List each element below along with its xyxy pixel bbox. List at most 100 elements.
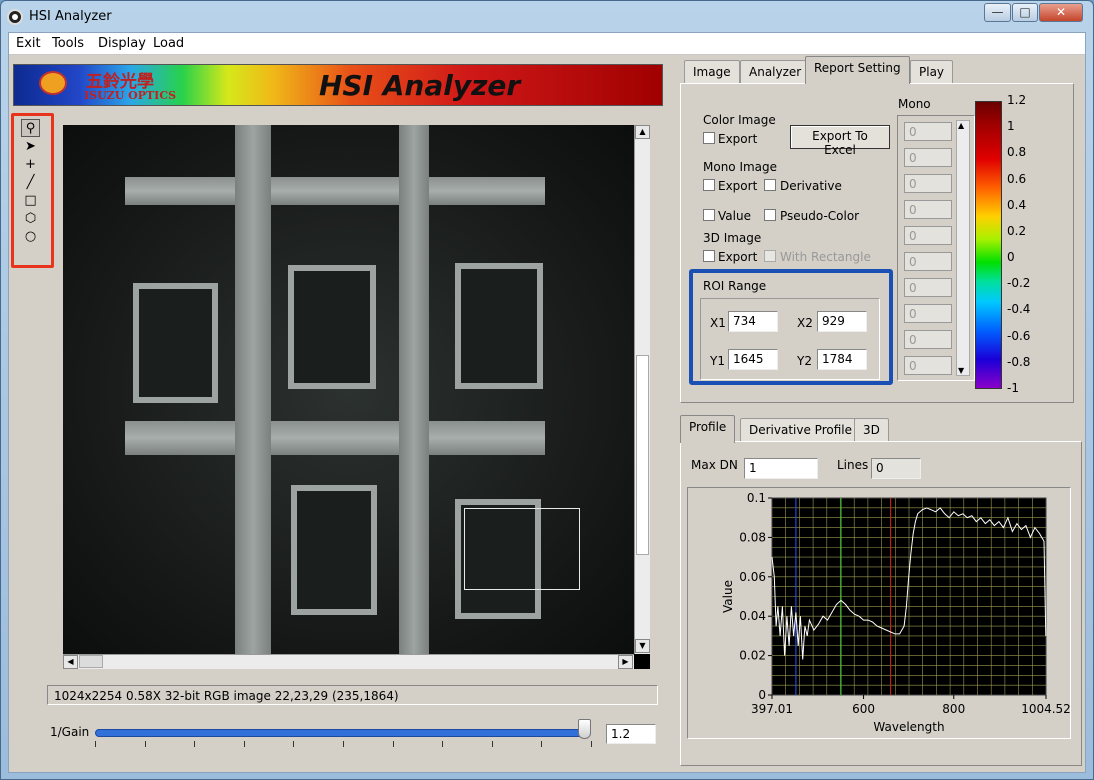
x-tick-label: 600 [852,702,875,716]
3d-export-checkbox[interactable] [703,250,715,262]
gain-slider-tick [194,741,196,747]
crosshair-tool-icon[interactable]: + [21,156,40,174]
mono-scroll-up-icon[interactable]: ▲ [958,121,964,130]
mono-value-field: 0 [904,330,952,349]
max-dn-field[interactable]: 1 [744,458,818,479]
color-scale-tick-label: 0.4 [1007,197,1027,212]
derivative-checkbox[interactable] [764,179,776,191]
roi-range-highlight [689,269,893,385]
gain-slider-tick [95,741,96,747]
line-tool-icon[interactable]: ╱ [21,174,40,192]
maximize-button[interactable]: □ [1012,3,1038,22]
y-tick-label: 0 [758,688,766,702]
menu-tools[interactable]: Tools [52,36,84,51]
zoom-tool-icon[interactable]: ⚲ [21,119,40,137]
value-checkbox[interactable] [703,209,715,221]
menu-exit[interactable]: Exit [16,36,41,51]
y-axis-label: Value [721,580,735,613]
tab-play[interactable]: Play [910,60,954,84]
window-title: HSI Analyzer [29,9,112,24]
profile-chart-frame: 0.1 0.08 0.06 0.04 0.02 0 397.01 600 800 1004.52 W… [687,487,1071,739]
mono-export-label: Export [718,179,758,193]
close-button[interactable]: ✕ [1039,3,1083,22]
rectangle-tool-icon[interactable]: □ [21,192,40,210]
lines-field[interactable]: 0 [871,458,921,479]
3d-image-label: 3D Image [703,231,762,245]
tab-analyzer[interactable]: Analyzer [740,60,811,84]
gain-slider-tick [392,741,394,747]
profile-chart[interactable]: 0.1 0.08 0.06 0.04 0.02 0397.01 600 800 1004.52 W… [688,488,1072,740]
y-tick-label: 0.02 [739,649,766,663]
color-export-label: Export [718,132,758,146]
grid-bar [125,421,545,455]
gain-slider-tick [343,741,344,747]
color-scale-tick-label: -0.2 [1007,276,1031,291]
with-rectangle-label: With Rectangle [780,250,871,264]
export-to-excel-button[interactable]: Export To Excel [790,125,890,157]
vertical-scroll-thumb[interactable] [636,355,649,555]
color-scale-tick-label: 1.2 [1007,93,1027,107]
y-tick-label: 0.1 [747,491,766,505]
gain-label: 1/Gain [50,725,90,739]
grid-bar [125,177,545,205]
app-window: HSI Analyzer — □ ✕ Exit Tools Display Lo… [0,0,1094,780]
mono-value-field: 0 [904,252,952,271]
gain-slider-track[interactable] [95,729,591,737]
color-export-checkbox[interactable] [703,132,715,144]
minimize-button[interactable]: — [984,3,1011,22]
tab-3d[interactable]: 3D [854,418,889,442]
title-bar[interactable]: HSI Analyzer — □ ✕ [1,1,1093,33]
scroll-up-icon[interactable]: ▲ [635,125,650,139]
color-scale-tick-label: 0.8 [1007,145,1027,160]
mono-scroll-down-icon[interactable]: ▼ [958,366,964,375]
with-rectangle-checkbox [764,250,776,262]
color-scale-tick-label: -0.6 [1007,328,1031,343]
tab-report-setting[interactable]: Report Setting [805,56,910,84]
tool-palette: ⚲ ➤ + ╱ □ ⬡ ○ [11,113,54,268]
scroll-left-icon[interactable]: ◀ [63,655,78,669]
pseudo-color-checkbox[interactable] [764,209,776,221]
mono-list-label: Mono [898,97,931,111]
gain-value-field[interactable]: 1.2 [606,724,656,744]
ellipse-tool-icon[interactable]: ○ [21,228,40,246]
gain-slider-tick [243,741,245,747]
menu-display[interactable]: Display [98,36,146,51]
tab-profile[interactable]: Profile [680,415,736,443]
horizontal-scroll-thumb[interactable] [79,655,103,668]
app-eye-icon [7,9,23,25]
color-scale-tick-label: 0.2 [1007,223,1027,238]
scroll-right-icon[interactable]: ▶ [618,655,633,669]
grid-bar [399,125,429,654]
value-label: Value [718,209,751,223]
hyperspectral-image[interactable] [63,125,634,654]
pot-cell [291,485,377,615]
menu-bar: Exit Tools Display Load [9,33,1085,55]
color-scale-tick-label: -1 [1007,381,1019,395]
grid-bar [235,125,271,654]
client-area: Exit Tools Display Load 五鈴光學 ISUZU OPTIC… [8,32,1086,773]
tab-derivative-profile[interactable]: Derivative Profile [740,418,861,442]
color-scale-tick-label: 0 [1007,250,1015,265]
app-banner: 五鈴光學 ISUZU OPTICS HSI Analyzer [13,64,663,106]
gain-slider-tick [591,741,592,747]
polygon-tool-icon[interactable]: ⬡ [21,210,40,228]
pot-cell [455,263,543,389]
menu-load[interactable]: Load [153,36,184,51]
color-scale-tick-label: 0.6 [1007,171,1027,186]
vertical-scrollbar[interactable]: ▲ ▼ [634,125,650,654]
roi-rectangle[interactable] [464,508,580,590]
mono-export-checkbox[interactable] [703,179,715,191]
pseudo-color-scale [975,101,1002,389]
mono-value-field: 0 [904,226,952,245]
tab-image[interactable]: Image [684,60,740,84]
pointer-tool-icon[interactable]: ➤ [21,138,40,156]
mono-value-field: 0 [904,278,952,297]
gain-slider-tick [541,741,543,747]
mono-list-scrollbar[interactable]: ▲ ▼ [956,120,970,376]
derivative-label: Derivative [780,179,842,193]
3d-export-label: Export [718,250,758,264]
horizontal-scrollbar[interactable]: ◀ ▶ [63,654,634,669]
gain-slider-thumb[interactable] [578,719,592,739]
scroll-down-icon[interactable]: ▼ [635,639,650,653]
mono-value-field: 0 [904,174,952,193]
